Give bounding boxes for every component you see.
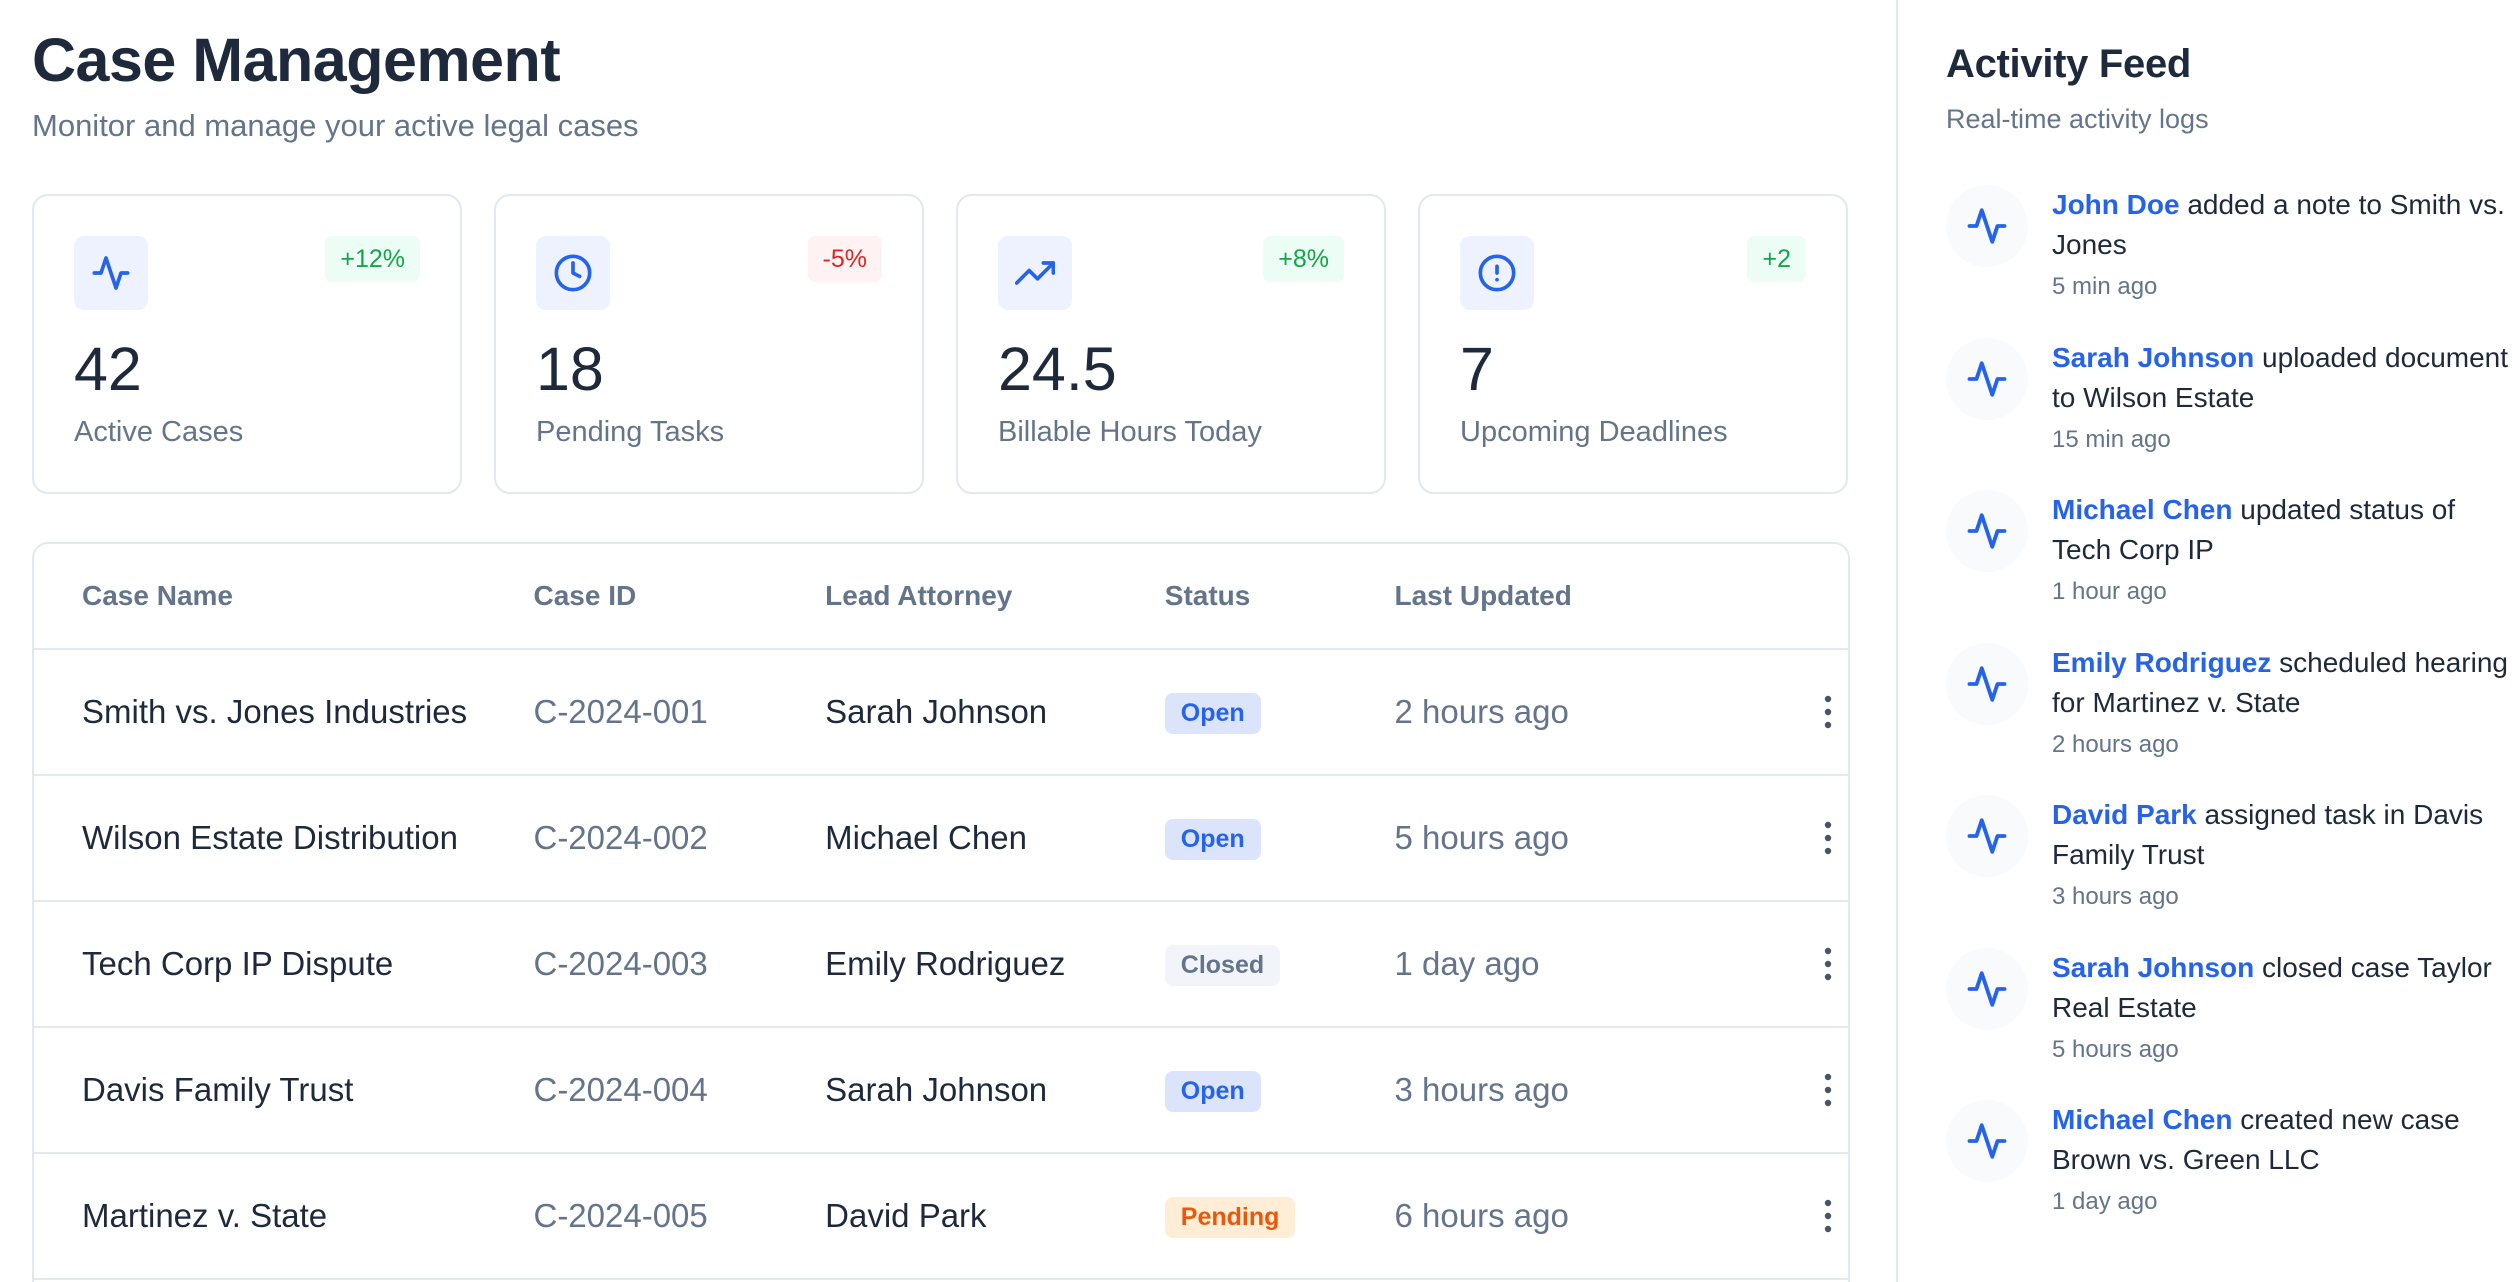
stat-card-pending-tasks[interactable]: -5% 18 Pending Tasks xyxy=(494,194,924,494)
activity-time: 2 hours ago xyxy=(2052,730,2179,758)
activity-user-link[interactable]: John Doe xyxy=(2052,189,2180,220)
case-id: C-2024-002 xyxy=(533,819,708,856)
more-options-icon[interactable] xyxy=(1808,692,1848,732)
stat-change-badge: +2 xyxy=(1747,236,1806,282)
lead-attorney: David Park xyxy=(825,1197,987,1234)
activity-user-link[interactable]: Michael Chen xyxy=(2052,494,2232,525)
column-header-lead-attorney[interactable]: Lead Attorney xyxy=(825,580,1165,612)
stat-label: Upcoming Deadlines xyxy=(1460,416,1728,448)
last-updated: 1 day ago xyxy=(1394,945,1540,982)
activity-item: John Doe added a note to Smith vs. Jones… xyxy=(1946,185,2516,338)
alert-circle-icon xyxy=(1460,236,1534,310)
activity-time: 3 hours ago xyxy=(2052,883,2179,910)
stat-card-active-cases[interactable]: +12% 42 Active Cases xyxy=(32,194,462,494)
case-id: C-2024-004 xyxy=(533,1071,708,1108)
activity-item: Michael Chen created new case Brown vs. … xyxy=(1946,1100,2516,1253)
last-updated: 3 hours ago xyxy=(1394,1071,1569,1108)
lead-attorney: Emily Rodriguez xyxy=(825,945,1066,982)
more-options-icon[interactable] xyxy=(1808,818,1848,858)
case-name: Martinez v. State xyxy=(82,1197,328,1234)
stat-card-billable-hours[interactable]: +8% 24.5 Billable Hours Today xyxy=(956,194,1386,494)
activity-icon xyxy=(1946,337,2028,420)
table-row[interactable]: Wilson Estate Distribution C-2024-002 Mi… xyxy=(34,776,1848,902)
stat-change-badge: -5% xyxy=(807,236,882,282)
column-header-case-id[interactable]: Case ID xyxy=(533,580,825,612)
table-row[interactable]: Martinez v. State C-2024-005 David Park … xyxy=(34,1154,1848,1280)
case-name: Davis Family Trust xyxy=(82,1071,354,1108)
last-updated: 5 hours ago xyxy=(1394,819,1569,856)
activity-time: 1 day ago xyxy=(2052,1188,2158,1215)
table-row[interactable]: Davis Family Trust C-2024-004 Sarah John… xyxy=(34,1028,1848,1154)
activity-user-link[interactable]: Michael Chen xyxy=(2052,1104,2232,1135)
activity-item: Sarah Johnson closed case Taylor Real Es… xyxy=(1946,947,2516,1101)
lead-attorney: Michael Chen xyxy=(825,819,1027,856)
activity-icon xyxy=(1946,947,2028,1030)
trending-up-icon xyxy=(998,236,1072,310)
activity-item: David Park assigned task in Davis Family… xyxy=(1946,795,2516,948)
activity-icon xyxy=(1946,185,2028,267)
activity-icon xyxy=(74,236,148,310)
case-id: C-2024-005 xyxy=(533,1197,708,1234)
lead-attorney: Sarah Johnson xyxy=(825,693,1048,730)
more-options-icon[interactable] xyxy=(1808,1070,1848,1110)
stat-card-upcoming-deadlines[interactable]: +2 7 Upcoming Deadlines xyxy=(1418,194,1848,494)
case-id: C-2024-001 xyxy=(533,693,708,730)
page-subtitle: Monitor and manage your active legal cas… xyxy=(32,108,639,143)
stat-label: Active Cases xyxy=(74,416,244,448)
status-badge: Open xyxy=(1164,818,1261,860)
stat-value: 24.5 xyxy=(998,335,1117,403)
main-content: Case Management Monitor and manage your … xyxy=(0,0,1896,1282)
table-header-row: Case Name Case ID Lead Attorney Status L… xyxy=(34,544,1848,650)
table-row[interactable]: Tech Corp IP Dispute C-2024-003 Emily Ro… xyxy=(34,902,1848,1028)
stat-value: 7 xyxy=(1460,335,1494,403)
case-name: Wilson Estate Distribution xyxy=(82,819,458,856)
lead-attorney: Sarah Johnson xyxy=(825,1071,1048,1108)
column-header-last-updated[interactable]: Last Updated xyxy=(1395,580,1709,612)
activity-time: 1 hour ago xyxy=(2052,578,2167,605)
activity-time: 5 hours ago xyxy=(2052,1035,2179,1063)
status-badge: Open xyxy=(1164,692,1261,734)
stat-label: Billable Hours Today xyxy=(998,416,1262,448)
table-row[interactable]: Smith vs. Jones Industries C-2024-001 Sa… xyxy=(34,650,1848,776)
activity-user-link[interactable]: Emily Rodriguez xyxy=(2052,647,2271,678)
stat-label: Pending Tasks xyxy=(536,416,725,448)
stat-change-badge: +12% xyxy=(325,236,420,282)
activity-user-link[interactable]: Sarah Johnson xyxy=(2052,952,2254,983)
activity-icon xyxy=(1946,490,2028,572)
activity-feed-panel: Activity Feed Real-time activity logs Jo… xyxy=(1896,0,2516,1282)
column-header-case-name[interactable]: Case Name xyxy=(34,580,533,612)
activity-user-link[interactable]: Sarah Johnson xyxy=(2052,342,2254,373)
page-title: Case Management xyxy=(32,26,561,94)
more-options-icon[interactable] xyxy=(1808,944,1848,984)
activity-user-link[interactable]: David Park xyxy=(2052,799,2197,830)
more-options-icon[interactable] xyxy=(1808,1196,1848,1236)
cases-table: Case Name Case ID Lead Attorney Status L… xyxy=(32,542,1850,1282)
activity-item: Emily Rodriguez scheduled hearing for Ma… xyxy=(1946,642,2516,796)
last-updated: 2 hours ago xyxy=(1394,693,1569,730)
activity-icon xyxy=(1946,1100,2028,1182)
status-badge: Closed xyxy=(1164,944,1281,986)
stat-value: 42 xyxy=(74,335,142,403)
activity-time: 5 min ago xyxy=(2052,273,2158,300)
stat-value: 18 xyxy=(536,335,604,403)
stats-row: +12% 42 Active Cases -5% 18 Pending Task… xyxy=(32,194,1864,494)
last-updated: 6 hours ago xyxy=(1394,1197,1569,1234)
case-name: Smith vs. Jones Industries xyxy=(82,693,468,730)
status-badge: Open xyxy=(1164,1070,1261,1112)
activity-item: Sarah Johnson uploaded document to Wilso… xyxy=(1946,337,2516,491)
stat-change-badge: +8% xyxy=(1263,236,1344,282)
activity-icon xyxy=(1946,795,2028,877)
activity-list: John Doe added a note to Smith vs. Jones… xyxy=(1946,185,2516,1253)
activity-item: Michael Chen updated status of Tech Corp… xyxy=(1946,490,2516,643)
activity-feed-subtitle: Real-time activity logs xyxy=(1946,104,2209,134)
activity-feed-title: Activity Feed xyxy=(1946,42,2192,86)
activity-icon xyxy=(1946,642,2028,725)
column-header-status[interactable]: Status xyxy=(1165,580,1395,612)
clock-icon xyxy=(536,236,610,310)
status-badge: Pending xyxy=(1164,1196,1296,1238)
case-id: C-2024-003 xyxy=(533,945,708,982)
activity-time: 15 min ago xyxy=(2052,425,2171,453)
case-name: Tech Corp IP Dispute xyxy=(82,945,394,982)
